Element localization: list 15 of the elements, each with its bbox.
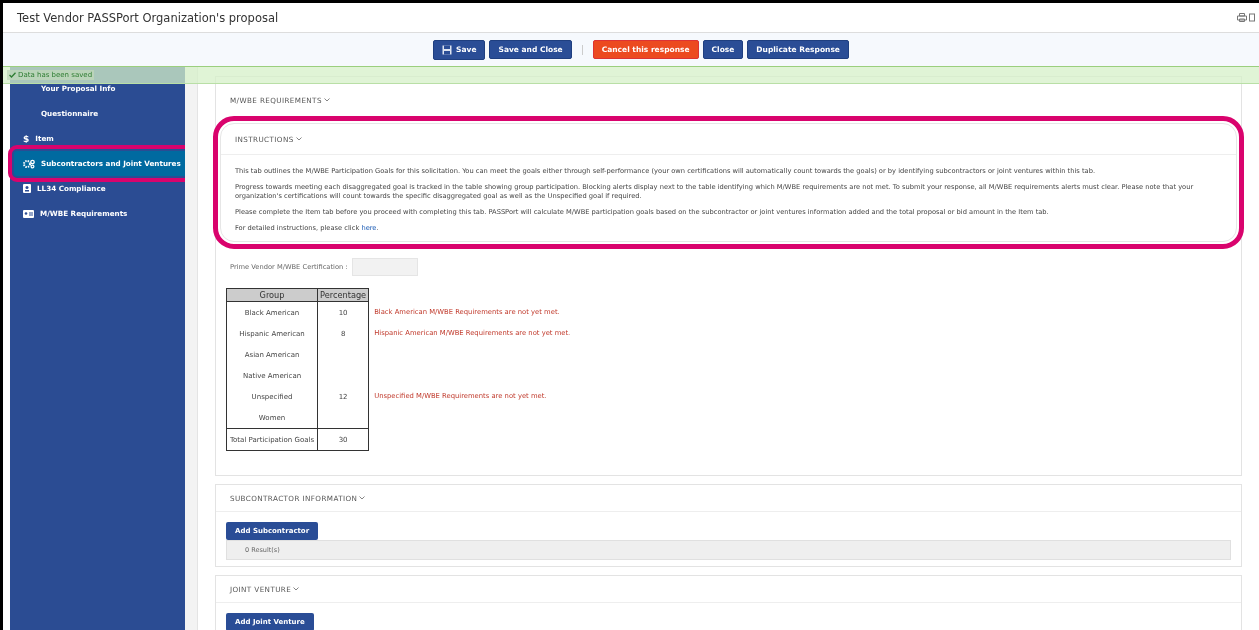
print-icon[interactable] (1237, 13, 1247, 22)
chevron-icon[interactable] (293, 587, 300, 592)
window-icon[interactable] (1249, 13, 1255, 22)
chevron-icon[interactable] (359, 496, 366, 501)
window-title: Test Vendor PASSPort Organization's proposal (17, 10, 279, 25)
id-badge-icon (23, 184, 31, 193)
chevron-icon[interactable] (323, 98, 330, 102)
chevron-icon[interactable] (295, 137, 302, 141)
column-header: Group (226, 288, 318, 302)
certification-field[interactable] (351, 258, 418, 277)
id-card-icon (23, 209, 34, 218)
check-icon (9, 72, 16, 78)
dollar-icon: $ (23, 133, 30, 144)
gears-icon (23, 158, 35, 169)
column-header: Percentage (317, 288, 369, 302)
